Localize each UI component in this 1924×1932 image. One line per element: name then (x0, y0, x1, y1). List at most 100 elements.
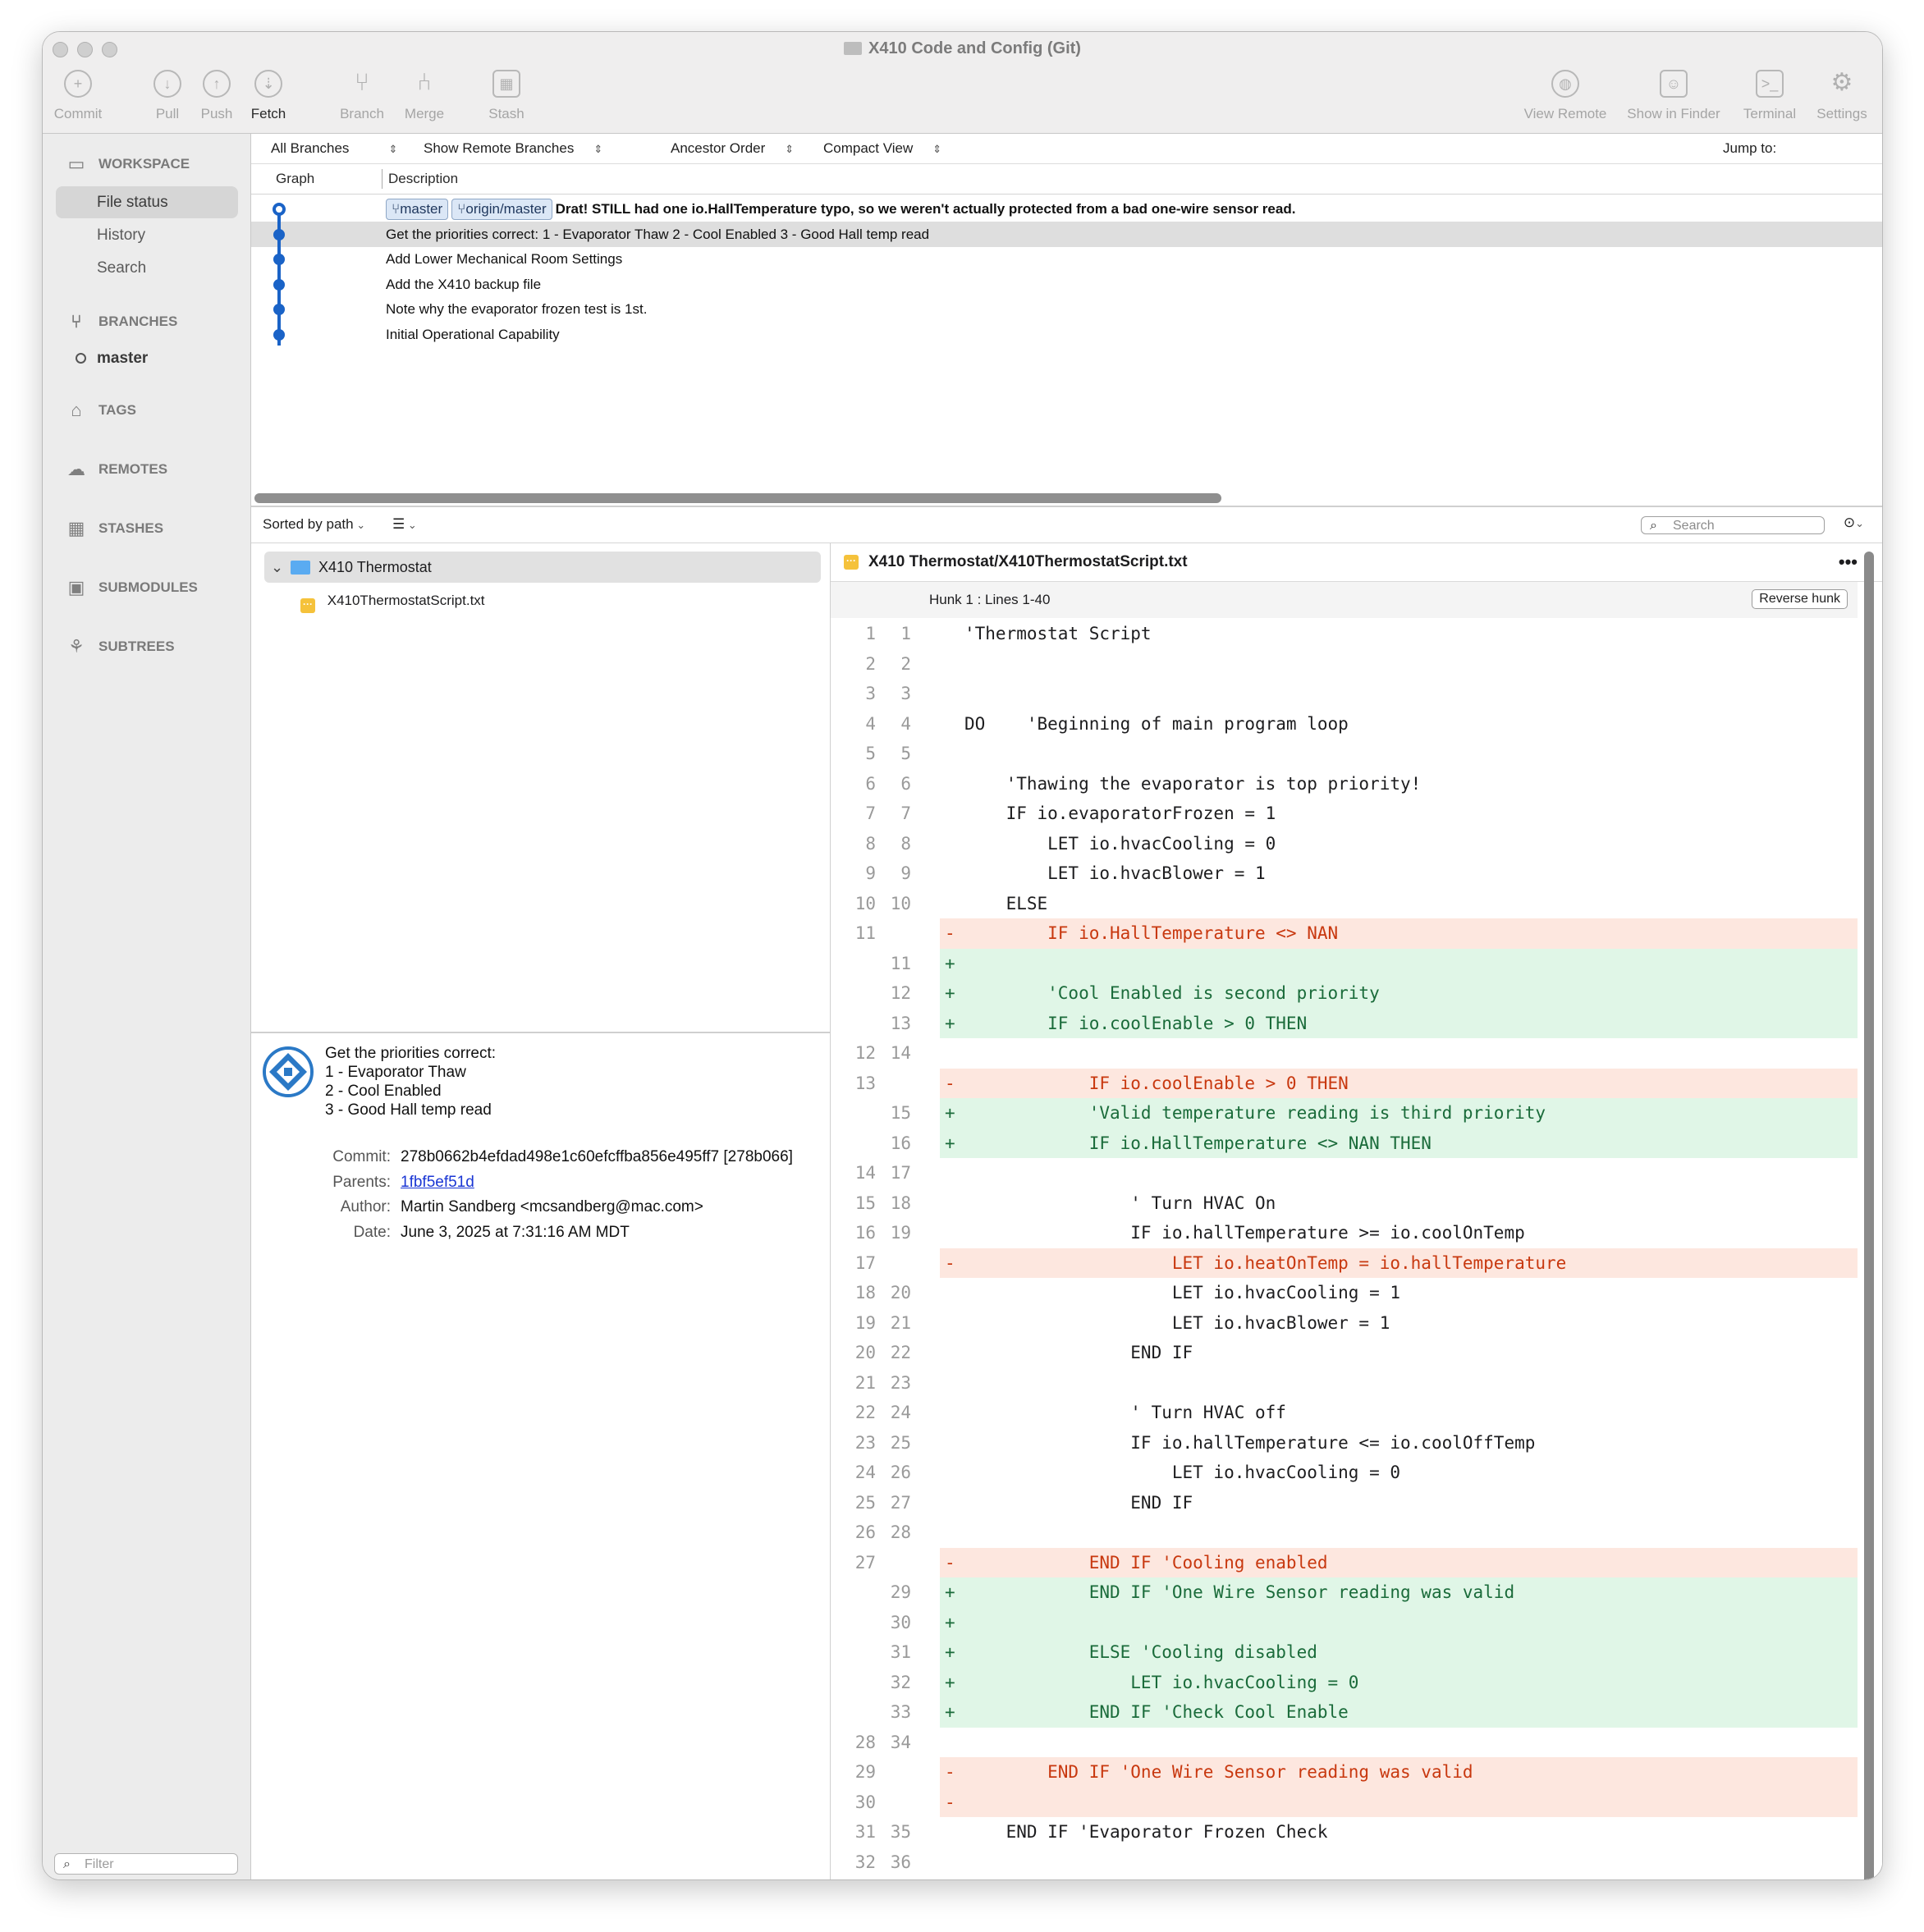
sidebar-item-master[interactable]: master (56, 342, 238, 374)
diff-line-added[interactable]: 12 + 'Cool Enabled is second priority (831, 978, 1858, 1009)
diff-line-context[interactable]: 24 26 LET io.hvacCooling = 0 (831, 1458, 1858, 1488)
merge-button[interactable]: ⑃ Merge (396, 70, 453, 122)
terminal-button[interactable]: >_ Terminal (1737, 70, 1803, 122)
diff-line-context[interactable]: 20 22 END IF (831, 1338, 1858, 1368)
diff-sign: - (945, 1792, 955, 1812)
search-icon: ⌕ (63, 1857, 71, 1871)
diff-line-context[interactable]: 10 10 ELSE (831, 889, 1858, 919)
diff-line-context[interactable]: 31 35 END IF 'Evaporator Frozen Check (831, 1817, 1858, 1847)
diff-line-context[interactable]: 8 8 LET io.hvacCooling = 0 (831, 829, 1858, 859)
reverse-hunk-button[interactable]: Reverse hunk (1752, 589, 1848, 609)
diff-line-context[interactable]: 22 24 ' Turn HVAC off (831, 1398, 1858, 1428)
commit-row[interactable]: Initial Operational Capability (251, 322, 1882, 347)
commit-author: Martin Sandberg <mcsandberg@mac.com> (401, 1198, 703, 1216)
commit-row[interactable]: ⑂master ⑂origin/master Drat! STILL had one… (251, 196, 1882, 222)
sidebar-filter-input[interactable]: ⌕ Filter (54, 1853, 238, 1875)
diff-line-body: LOOP 'End of main program loop (940, 1877, 1858, 1879)
log-horizontal-scrollbar[interactable] (254, 493, 1221, 503)
file-row[interactable]: ··· X410ThermostatScript.txt (300, 593, 485, 613)
diff-vertical-scrollbar[interactable] (1864, 552, 1874, 1879)
stash-button[interactable]: ▦ Stash (478, 70, 535, 122)
jump-to-dropdown[interactable]: Jump to:⇕ (1723, 140, 1882, 157)
commit-row[interactable]: Add the X410 backup file (251, 272, 1882, 297)
view-remote-button[interactable]: ◍ View Remote (1520, 70, 1610, 122)
description-column-header[interactable]: Description (388, 171, 458, 187)
commit-row[interactable]: Add Lower Mechanical Room Settings (251, 246, 1882, 272)
more-options-icon[interactable]: ••• (1839, 543, 1858, 581)
pane-divider[interactable] (251, 506, 1882, 507)
sidebar-item-search[interactable]: Search (56, 252, 238, 284)
diff-line-context[interactable]: 16 19 IF io.hallTemperature >= io.coolOnT… (831, 1218, 1858, 1248)
diff-line-context[interactable]: 22 (831, 649, 1858, 680)
diff-line-added[interactable]: 33 + END IF 'Check Cool Enable (831, 1697, 1858, 1728)
diff-line-context[interactable]: 12 14 (831, 1038, 1858, 1069)
more-options-menu[interactable]: ⊙⌄ (1844, 515, 1864, 531)
settings-button[interactable]: ⚙ Settings (1811, 70, 1873, 122)
column-divider[interactable] (382, 169, 383, 189)
diff-line-removed[interactable]: 17 - LET io.heatOnTemp = io.hallTemperatu… (831, 1248, 1858, 1278)
diff-line-context[interactable]: 15 18 ' Turn HVAC On (831, 1188, 1858, 1219)
folder-icon (844, 42, 863, 55)
diff-line-added[interactable]: 31 + ELSE 'Cooling disabled (831, 1637, 1858, 1668)
diff-line-context[interactable]: 9 9 LET io.hvacBlower = 1 (831, 858, 1858, 889)
show-in-finder-button[interactable]: ☺ Show in Finder (1622, 70, 1725, 122)
order-dropdown[interactable]: Ancestor Order ⇕ (671, 140, 794, 157)
diff-line-context[interactable]: 23 25 IF io.hallTemperature <= io.coolOff… (831, 1428, 1858, 1458)
folder-row[interactable]: ⌄ X410 Thermostat (264, 552, 821, 583)
diff-line-removed[interactable]: 11 - IF io.HallTemperature <> NAN (831, 918, 1858, 949)
diff-line-removed[interactable]: 29 - END IF 'One Wire Sensor reading was … (831, 1757, 1858, 1788)
diff-line-context[interactable]: 7 7 IF io.evaporatorFrozen = 1 (831, 799, 1858, 829)
diff-line-context[interactable]: 25 27 END IF (831, 1488, 1858, 1518)
fetch-button[interactable]: ⇣ Fetch (244, 70, 293, 122)
view-dropdown[interactable]: Compact View ⇕ (823, 140, 941, 157)
branch-button[interactable]: ⑂ Branch (333, 70, 391, 122)
graph-column-header[interactable]: Graph (276, 171, 314, 187)
diff-line-context[interactable]: 14 17 (831, 1158, 1858, 1188)
new-line-number: 11 (890, 953, 911, 973)
diff-line-context[interactable]: 33 (831, 679, 1858, 709)
commit-row[interactable]: Get the priorities correct: 1 - Evaporat… (251, 222, 1882, 247)
sidebar-item-file-status[interactable]: File status (56, 186, 238, 218)
branch-tag-origin-master[interactable]: ⑂origin/master (451, 199, 552, 220)
commit-label: Commit: (332, 1148, 391, 1165)
file-search-input[interactable]: ⌕ Search (1641, 516, 1825, 534)
push-button[interactable]: ↑ Push (192, 70, 241, 122)
branches-dropdown[interactable]: All Branches ⇕ (271, 140, 397, 157)
diff-line-body: + LET io.hvacCooling = 0 (940, 1667, 1858, 1697)
diff-line-added[interactable]: 29 + END IF 'One Wire Sensor reading was … (831, 1577, 1858, 1608)
branch-tag-master[interactable]: ⑂master (386, 199, 449, 220)
sort-dropdown[interactable]: Sorted by path ⌄ (263, 516, 365, 533)
diff-line-added[interactable]: 15 + 'Valid temperature reading is third … (831, 1098, 1858, 1129)
parent-commit-link[interactable]: 1fbf5ef51d (401, 1174, 474, 1192)
diff-line-context[interactable]: 21 23 (831, 1368, 1858, 1399)
diff-line-context[interactable]: 18 20 LET io.hvacCooling = 1 (831, 1278, 1858, 1308)
diff-line-context[interactable]: 3337 LOOP 'End of main program loop (831, 1877, 1858, 1879)
diff-line-removed[interactable]: 30 - (831, 1787, 1858, 1817)
sidebar-item-history[interactable]: History (56, 219, 238, 251)
pull-button[interactable]: ↓ Pull (143, 70, 192, 122)
tree-view-toggle[interactable]: ☰ ⌄ (392, 516, 417, 533)
commit-button[interactable]: + Commit (51, 70, 105, 122)
diff-line-removed[interactable]: 27 - END IF 'Cooling enabled (831, 1547, 1858, 1577)
diff-line-added[interactable]: 16 + IF io.HallTemperature <> NAN THEN (831, 1128, 1858, 1158)
diff-line-added[interactable]: 11 + (831, 948, 1858, 978)
diff-line-text: IF io.coolEnable > 0 THEN (964, 1013, 1308, 1033)
diff-line-context[interactable]: 6 6 'Thawing the evaporator is top priori… (831, 769, 1858, 799)
remote-branches-dropdown[interactable]: Show Remote Branches ⇕ (424, 140, 602, 157)
diff-line-context[interactable]: 55 (831, 739, 1858, 769)
graph-node (273, 254, 285, 265)
diff-line-added[interactable]: 13 + IF io.coolEnable > 0 THEN (831, 1008, 1858, 1038)
diff-line-context[interactable]: 26 28 (831, 1518, 1858, 1548)
diff-line-body: IF io.evaporatorFrozen = 1 (940, 799, 1858, 829)
diff-line-text: IF io.evaporatorFrozen = 1 (964, 803, 1276, 823)
diff-line-context[interactable]: 32 36 (831, 1847, 1858, 1878)
diff-line-added[interactable]: 30 + (831, 1607, 1858, 1637)
diff-line-context[interactable]: 19 21 LET io.hvacBlower = 1 (831, 1308, 1858, 1339)
commit-row[interactable]: Note why the evaporator frozen test is 1… (251, 296, 1882, 322)
diff-line-removed[interactable]: 13 - IF io.coolEnable > 0 THEN (831, 1068, 1858, 1098)
diff-line-context[interactable]: 4 4 DO 'Beginning of main program loop (831, 709, 1858, 739)
diff-line-context[interactable]: 1 1 'Thermostat Script (831, 619, 1858, 649)
diff-line-body (940, 1728, 1858, 1758)
diff-line-context[interactable]: 28 34 (831, 1728, 1858, 1758)
diff-line-added[interactable]: 32 + LET io.hvacCooling = 0 (831, 1667, 1858, 1697)
